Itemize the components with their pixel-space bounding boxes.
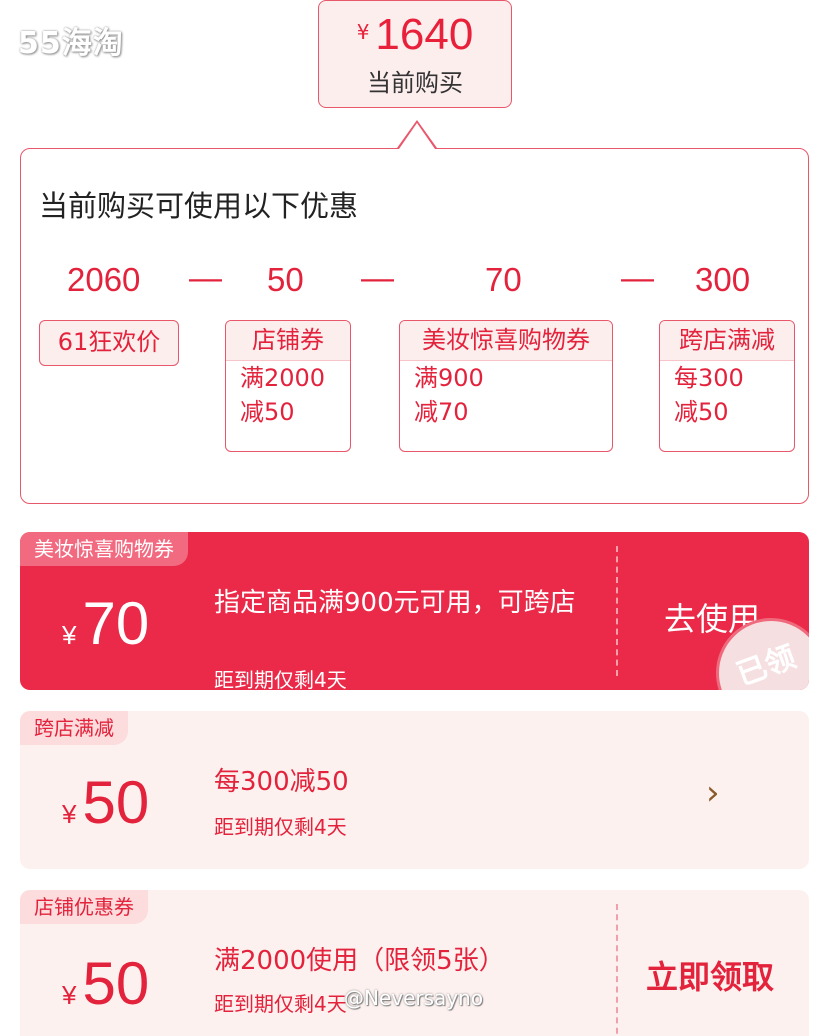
coupon-beauty-claimed: 美妆惊喜购物券 ¥70 指定商品满900元可用，可跨店 距到期仅剩4天 去使用 …: [20, 532, 809, 690]
store-coupon-tag: 店铺券 满2000 减50: [225, 320, 351, 452]
coupon-amount: 50: [82, 769, 150, 836]
breakdown-title: 当前购买可使用以下优惠: [39, 189, 359, 223]
promo-price-tag: 61狂欢价: [39, 320, 179, 366]
beauty-coupon-tag: 美妆惊喜购物券 满900 减70: [399, 320, 613, 452]
coupon-amount: 70: [82, 590, 150, 657]
coupon-expiry: 距到期仅剩4天: [214, 668, 347, 690]
tag-line: 满2000: [240, 364, 326, 392]
coupon-divider: [616, 546, 618, 676]
tooltip-arrow-fill: [399, 123, 435, 149]
tag-line: 减50: [240, 398, 295, 426]
calc-store-discount: 50: [267, 261, 304, 298]
coupon-expiry: 距到期仅剩4天: [214, 815, 347, 839]
coupon-value: ¥50: [62, 773, 149, 833]
coupon-amount: 50: [82, 950, 150, 1017]
minus-sign: —: [361, 259, 394, 296]
coupon-type-badge: 店铺优惠券: [20, 890, 148, 924]
price-amount: 1640: [375, 10, 474, 59]
tag-head: 美妆惊喜购物券: [400, 321, 612, 361]
currency-symbol: ¥: [62, 799, 77, 829]
tag-line: 减50: [674, 398, 729, 426]
chevron-right-icon[interactable]: ›: [706, 773, 720, 813]
coupon-description: 每300减50: [214, 767, 349, 797]
tag-line: 减70: [414, 398, 469, 426]
calc-cross-store-threshold: 300: [695, 261, 751, 298]
tag-line: 每300: [674, 364, 744, 392]
coupon-expiry: 距到期仅剩4天: [214, 992, 347, 1016]
claimed-stamp-text: 已领: [732, 639, 801, 690]
minus-sign: —: [621, 259, 654, 296]
coupon-type-badge: 美妆惊喜购物券: [20, 532, 188, 566]
claim-coupon-button[interactable]: 立即领取: [646, 952, 774, 998]
current-price: ¥1640: [319, 13, 511, 57]
currency-symbol: ¥: [62, 620, 77, 650]
tag-head: 店铺券: [226, 321, 350, 361]
calc-beauty-discount: 70: [485, 261, 522, 298]
coupon-description: 指定商品满900元可用，可跨店: [214, 588, 576, 618]
coupon-divider: [616, 904, 618, 1036]
coupon-type-badge: 跨店满减: [20, 711, 128, 745]
minus-sign: —: [189, 259, 222, 296]
coupon-value: ¥50: [62, 954, 149, 1014]
site-watermark-logo: 55海淘: [18, 26, 124, 61]
coupon-cross-store[interactable]: 跨店满减 ¥50 每300减50 距到期仅剩4天 ›: [20, 711, 809, 869]
coupon-store: 店铺优惠券 ¥50 满2000使用（限领5张） 距到期仅剩4天 立即领取: [20, 890, 809, 1036]
coupon-value: ¥70: [62, 594, 149, 654]
tag-line: 满900: [414, 364, 484, 392]
coupon-description: 满2000使用（限领5张）: [214, 946, 505, 976]
discount-breakdown-panel: 当前购买可使用以下优惠 2060 — 50 — 70 — 300 61狂欢价 店…: [20, 120, 809, 504]
tag-head: 跨店满减: [660, 321, 794, 361]
user-watermark: @Neversayno: [344, 986, 484, 1010]
current-price-tip: ¥1640 当前购买: [318, 0, 512, 108]
currency-symbol: ¥: [62, 980, 77, 1010]
calc-original-price: 2060: [67, 261, 141, 298]
cross-store-tag: 跨店满减 每300 减50: [659, 320, 795, 452]
currency-symbol: ¥: [356, 20, 370, 44]
current-price-caption: 当前购买: [367, 69, 463, 97]
